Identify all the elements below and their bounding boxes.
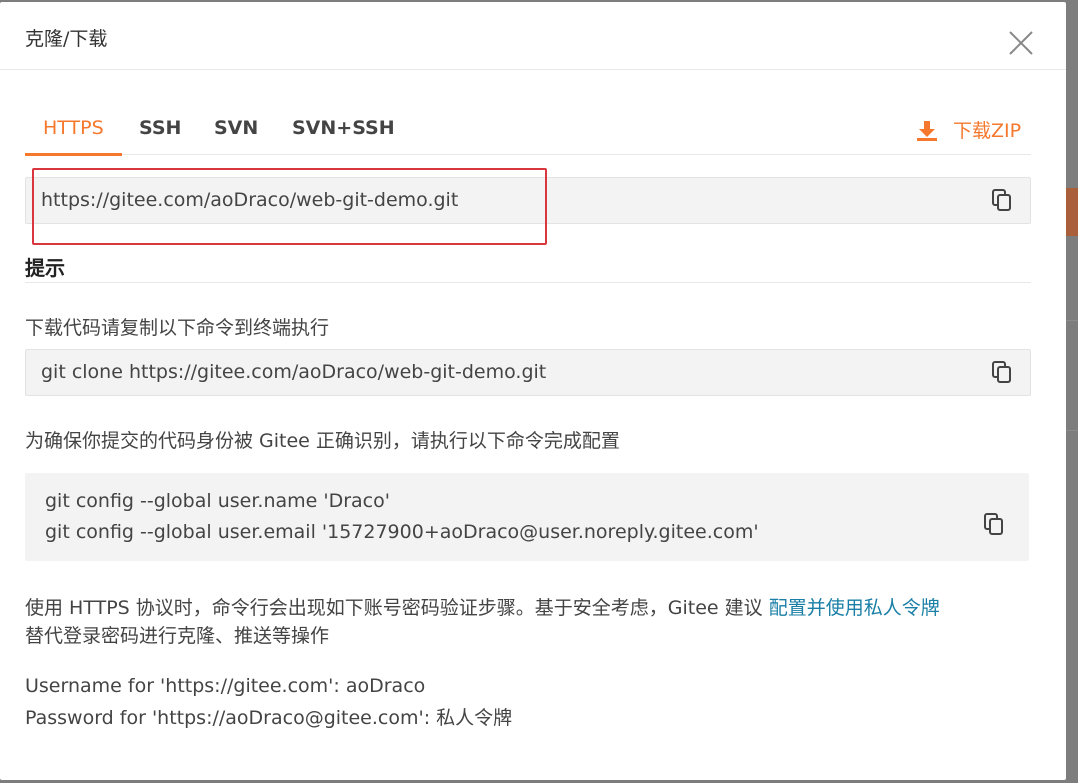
https-note-suffix: 替代登录密码进行克隆、推送等操作 <box>25 625 330 647</box>
https-note-prefix: 使用 HTTPS 协议时，命令行会出现如下账号密码验证步骤。基于安全考虑，Git… <box>25 597 763 619</box>
config-name-text: git config --global user.name 'Draco' <box>45 490 390 512</box>
clone-url-text: https://gitee.com/aoDraco/web-git-demo.g… <box>41 189 459 211</box>
copy-icon <box>984 513 1003 535</box>
copy-config-button[interactable] <box>983 512 1005 536</box>
hint-divider <box>25 282 1031 283</box>
modal-title: 克隆/下载 <box>25 28 108 50</box>
clone-url-field[interactable]: https://gitee.com/aoDraco/web-git-demo.g… <box>25 177 1031 224</box>
copy-icon <box>992 361 1011 383</box>
close-icon <box>1009 31 1033 55</box>
close-button[interactable] <box>1006 28 1036 58</box>
clone-command-text: git clone https://gitee.com/aoDraco/web-… <box>41 361 547 383</box>
https-note: 使用 HTTPS 协议时，命令行会出现如下账号密码验证步骤。基于安全考虑，Git… <box>25 593 940 620</box>
tab-svn-ssh[interactable]: SVN+SSH <box>292 117 395 153</box>
config-email-text: git config --global user.email '15727900… <box>45 521 759 543</box>
password-line: Password for 'https://aoDraco@gitee.com'… <box>25 707 513 729</box>
download-instruction: 下载代码请复制以下命令到终端执行 <box>25 317 330 339</box>
download-zip-label: 下载ZIP <box>953 120 1022 142</box>
personal-token-link[interactable]: 配置并使用私人令牌 <box>769 597 940 619</box>
modal-header: 克隆/下载 <box>0 2 1066 70</box>
copy-icon <box>992 189 1011 211</box>
identity-instruction: 为确保你提交的代码身份被 Gitee 正确识别，请执行以下命令完成配置 <box>25 430 620 452</box>
copy-url-button[interactable] <box>991 188 1013 212</box>
copy-clone-command-button[interactable] <box>991 360 1013 384</box>
git-config-field[interactable]: git config --global user.name 'Draco' gi… <box>25 473 1029 561</box>
tab-ssh[interactable]: SSH <box>139 117 181 153</box>
tab-https[interactable]: HTTPS <box>25 117 122 156</box>
hint-title: 提示 <box>25 256 65 280</box>
clone-download-modal: 克隆/下载 HTTPS SSH SVN SVN+SSH 下载ZIP https:… <box>0 2 1066 780</box>
clone-command-field[interactable]: git clone https://gitee.com/aoDraco/web-… <box>25 349 1031 396</box>
download-icon <box>917 121 937 141</box>
username-line: Username for 'https://gitee.com': aoDrac… <box>25 675 426 697</box>
tab-svn[interactable]: SVN <box>214 117 258 153</box>
protocol-tabs: HTTPS SSH SVN SVN+SSH 下载ZIP <box>25 112 1031 156</box>
